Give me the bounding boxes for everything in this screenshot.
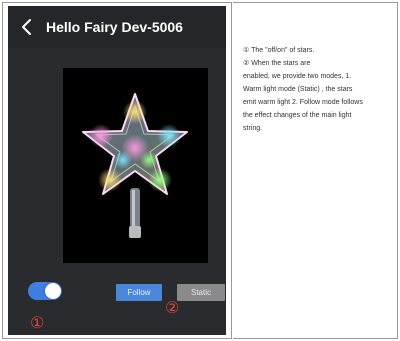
- star-light-image: [63, 68, 208, 263]
- note-line: Warm light mode (Static) , the stars: [243, 86, 353, 93]
- note-line: enabled, we provide two modes, 1.: [243, 73, 352, 80]
- note-line: string.: [243, 125, 263, 132]
- description-text: ① The "off/on" of stars. ② When the star…: [243, 44, 393, 135]
- page-title: Hello Fairy Dev-5006: [46, 19, 183, 35]
- phone-screen: Hello Fairy Dev-5006 Follow Static ① ②: [8, 6, 226, 335]
- note-line: ① The "off/on" of stars.: [243, 47, 315, 54]
- note-line: ② When the stars are: [243, 60, 311, 67]
- star-topper-icon: [82, 93, 188, 238]
- follow-mode-button[interactable]: Follow: [116, 284, 162, 301]
- app-header: Hello Fairy Dev-5006: [8, 6, 226, 48]
- callout-marker-2: ②: [165, 298, 180, 317]
- chevron-left-icon[interactable]: [16, 16, 38, 38]
- stars-power-toggle[interactable]: [28, 282, 62, 300]
- toggle-knob: [45, 283, 61, 299]
- callout-marker-1: ①: [30, 313, 45, 332]
- note-line: emit warm light 2. Follow mode follows: [243, 99, 363, 106]
- static-mode-button[interactable]: Static: [177, 284, 225, 301]
- note-line: the effect changes of the main light: [243, 112, 352, 119]
